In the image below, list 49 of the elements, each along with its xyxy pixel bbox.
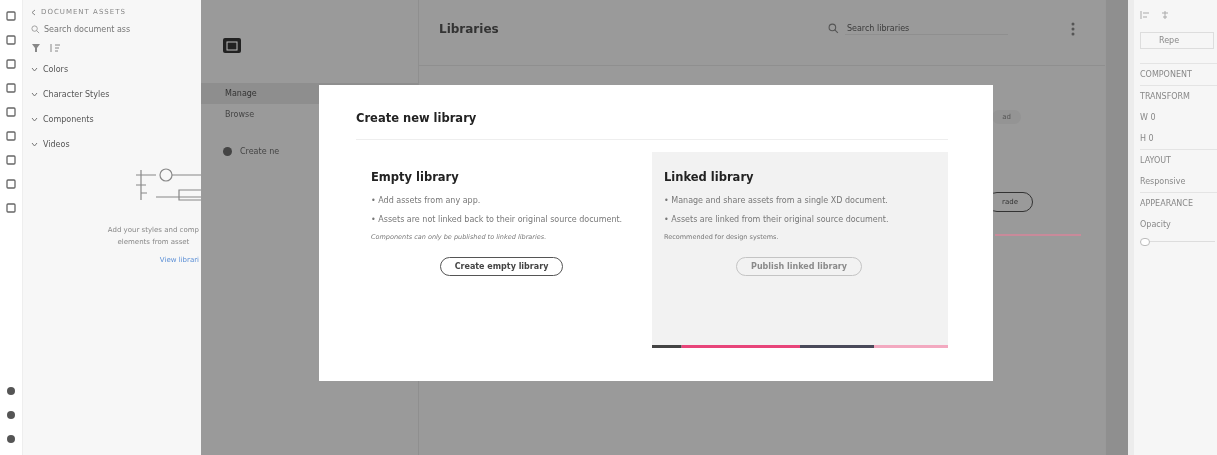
tool-icon[interactable] xyxy=(5,178,17,190)
option-heading: Linked library xyxy=(664,170,755,184)
tool-icon[interactable] xyxy=(5,409,17,421)
tool-icon[interactable] xyxy=(5,34,17,46)
search-field[interactable]: Search libraries xyxy=(844,22,1008,35)
section-label: APPEARANCE xyxy=(1140,192,1217,214)
bullet-text: • Assets are linked from their original source document. xyxy=(664,214,890,226)
section-label: LAYOUT xyxy=(1140,149,1217,171)
section-header[interactable]: Character Styles xyxy=(43,90,110,99)
chevron-down-icon[interactable] xyxy=(31,117,38,122)
tool-icon[interactable] xyxy=(5,106,17,118)
filter-icon[interactable] xyxy=(31,43,41,53)
option-heading: Empty library xyxy=(371,170,460,184)
option-button[interactable]: Create empty library xyxy=(439,257,564,276)
tool-icon[interactable] xyxy=(5,433,17,445)
property-label: W 0 xyxy=(1140,112,1157,124)
section-header[interactable]: Videos xyxy=(43,140,70,149)
tool-icon[interactable] xyxy=(5,10,17,22)
bullet-text: • Add assets from any app. xyxy=(371,195,482,207)
app-logo-icon xyxy=(223,38,241,53)
bullet-text: • Assets are not linked back to their original source document. xyxy=(371,214,624,226)
tool-icon[interactable] xyxy=(5,82,17,94)
section-label: COMPONENT xyxy=(1140,63,1217,85)
opacity-slider[interactable] xyxy=(1140,241,1215,248)
tool-icon[interactable] xyxy=(5,202,17,214)
chevron-down-icon[interactable] xyxy=(31,92,38,97)
repeat-grid-button[interactable]: Repe xyxy=(1140,32,1214,49)
section-header[interactable]: Components xyxy=(43,115,94,124)
back-chevron-icon[interactable] xyxy=(31,8,36,16)
search-icon xyxy=(31,25,40,34)
property-label: Opacity xyxy=(1140,219,1172,231)
property-label: Responsive xyxy=(1140,176,1187,188)
property-label: H 0 xyxy=(1140,133,1155,145)
slider-thumb[interactable] xyxy=(1140,238,1150,246)
search-field[interactable]: Search document ass xyxy=(31,25,201,34)
panel-title: Libraries xyxy=(439,21,500,36)
chevron-down-icon[interactable] xyxy=(31,67,38,72)
tool-icon[interactable] xyxy=(5,385,17,397)
section-header[interactable]: Colors xyxy=(43,65,69,74)
bullet-text: • Manage and share assets from a single XD document. xyxy=(664,195,889,207)
search-icon xyxy=(828,23,839,34)
create-new-button[interactable]: Create ne xyxy=(223,147,418,156)
tool-icon[interactable] xyxy=(5,154,17,166)
more-icon[interactable] xyxy=(1071,21,1075,36)
dialog-title: Create new library xyxy=(356,111,948,140)
tool-icon[interactable] xyxy=(5,58,17,70)
section-label: TRANSFORM xyxy=(1140,85,1217,107)
tool-icon[interactable] xyxy=(5,130,17,142)
chevron-down-icon[interactable] xyxy=(31,142,38,147)
